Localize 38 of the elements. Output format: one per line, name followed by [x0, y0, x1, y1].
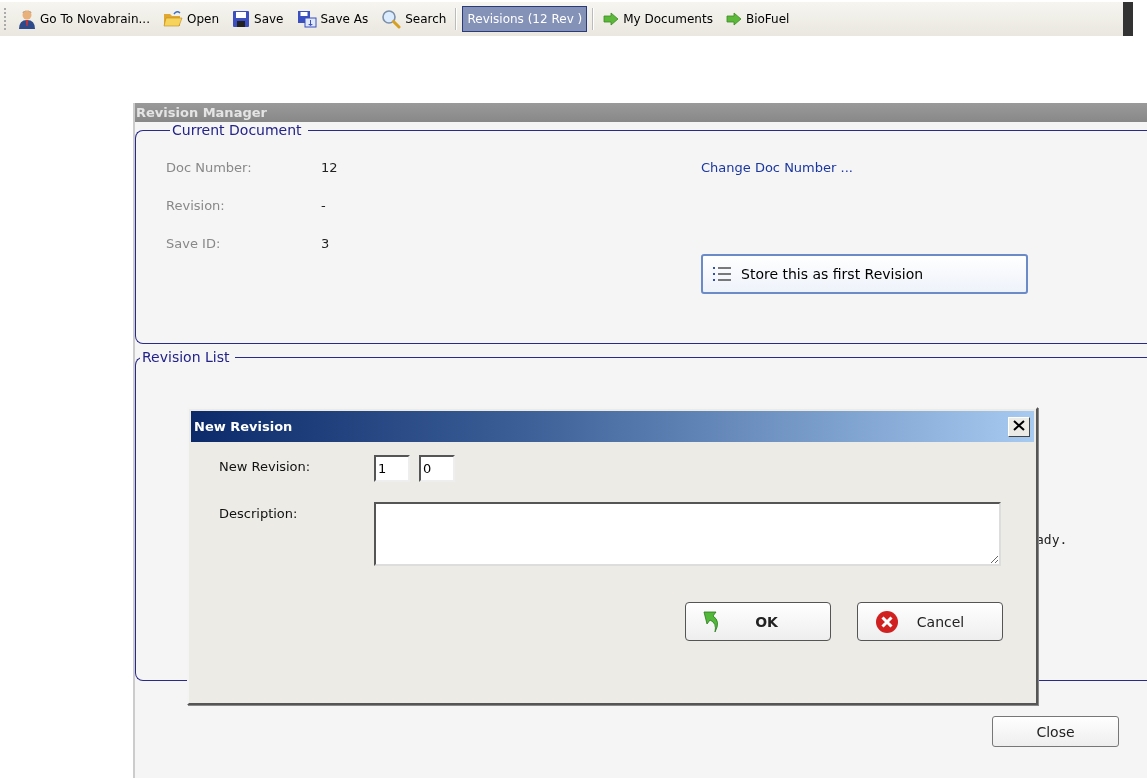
field-label: Description: [219, 505, 299, 523]
minor-revision-field[interactable]: 0 [419, 455, 455, 482]
toolbar-button[interactable]: Go To Novabrain... [14, 6, 154, 32]
toolbar-button[interactable]: Search [377, 6, 451, 32]
description-field[interactable] [374, 502, 1001, 566]
dialog-title: New Revision [194, 419, 293, 434]
field-value: - [321, 197, 327, 213]
change-doc-number-link[interactable]: Change Doc Number ... [701, 159, 1147, 175]
close-icon [1013, 420, 1025, 431]
cancel-button[interactable]: Cancel [857, 602, 1003, 641]
search-icon [381, 9, 402, 29]
arrow-icon [603, 12, 620, 26]
toolbar-button[interactable]: Save [228, 6, 288, 32]
field-value: 3 [321, 235, 331, 251]
field-label: Save ID: [166, 235, 222, 251]
numbered-list-icon [713, 266, 731, 282]
floppy-icon [296, 10, 317, 28]
group-title: Current Document [171, 122, 303, 138]
field-label: Revision: [166, 197, 226, 213]
field-value: 12 [321, 159, 339, 175]
major-revision-field[interactable]: 1 [374, 455, 410, 482]
floppy-icon [232, 10, 251, 28]
cancel-icon [875, 609, 899, 634]
field-label: Doc Number: [166, 159, 253, 175]
ok-button[interactable]: OK [685, 602, 831, 641]
toolbar-button[interactable]: Open [158, 6, 224, 32]
window-title: Revision Manager [135, 103, 1147, 122]
folder-icon [162, 10, 183, 28]
arrow-icon [725, 12, 742, 26]
field-label: New Revision: [219, 458, 312, 476]
toolbar-button[interactable]: Save As [292, 6, 373, 32]
store-revision-button[interactable]: Store this as first Revision [701, 254, 1028, 294]
person-icon [18, 9, 36, 29]
group-title: Revision List [141, 349, 231, 365]
close-button[interactable]: Close [992, 716, 1119, 747]
toolbar-button[interactable]: My Documents [599, 6, 717, 32]
close-button[interactable] [1008, 416, 1030, 437]
toolbar-button[interactable]: BioFuel [721, 6, 794, 32]
